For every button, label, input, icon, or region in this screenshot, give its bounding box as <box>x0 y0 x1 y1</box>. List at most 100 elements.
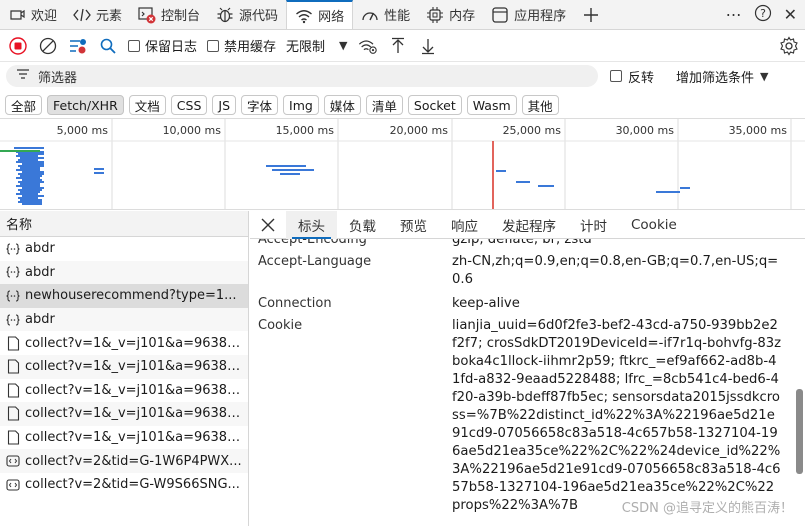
wifi-icon <box>295 7 313 25</box>
chip-css[interactable]: CSS <box>170 95 208 115</box>
clear-icon[interactable] <box>38 36 58 56</box>
chip-manifest[interactable]: 清单 <box>365 95 403 115</box>
overview-bar <box>18 165 44 167</box>
filter-placeholder: 筛选器 <box>38 70 78 86</box>
preserve-log-checkbox[interactable]: 保留日志 <box>128 36 197 55</box>
request-name: newhouserecommend?type=1... <box>25 288 237 304</box>
application-icon <box>491 6 509 24</box>
close-devtools-icon[interactable]: ✕ <box>784 5 797 24</box>
close-icon[interactable] <box>250 211 286 239</box>
settings-gear-icon[interactable] <box>779 35 799 56</box>
chip-media[interactable]: 媒体 <box>323 95 361 115</box>
overview-bar <box>18 173 44 175</box>
request-name: collect?v=2&tid=G-1W6P4PWX... <box>25 453 242 469</box>
header-row-connection: Connection keep-alive <box>250 295 790 313</box>
add-filter-dropdown[interactable]: 增加筛选条件 ▼ <box>676 67 768 86</box>
chip-font[interactable]: 字体 <box>241 95 279 115</box>
plus-icon <box>582 6 600 24</box>
request-name: collect?v=1&_v=j101&a=96382... <box>25 406 247 422</box>
overview-bar <box>20 157 44 159</box>
name-header-label: 名称 <box>6 218 33 233</box>
request-row[interactable]: abdr <box>0 307 248 332</box>
invert-checkbox[interactable]: 反转 <box>610 67 654 86</box>
tab-network[interactable]: 网络 <box>286 0 354 29</box>
xhr-icon <box>6 265 20 279</box>
overview-bar <box>272 169 314 171</box>
chip-fetch-xhr[interactable]: Fetch/XHR <box>47 95 124 115</box>
overview-tick-label: 25,000 ms <box>503 124 562 137</box>
chip-socket[interactable]: Socket <box>407 95 462 115</box>
chip-other[interactable]: 其他 <box>521 95 559 115</box>
tab-timing[interactable]: 计时 <box>568 211 619 239</box>
console-icon <box>138 6 156 24</box>
request-row[interactable]: collect?v=1&_v=j101&a=96382... <box>0 354 248 379</box>
overview-tick-label: 5,000 ms <box>57 124 109 137</box>
request-row[interactable]: collect?v=1&_v=j101&a=96382... <box>0 331 248 355</box>
throttle-select[interactable]: 无限制 ▼ <box>286 36 347 55</box>
network-overview-timeline[interactable]: 5,000 ms 10,000 ms 15,000 ms 20,000 ms 25,00… <box>0 118 805 210</box>
document-icon <box>6 336 20 351</box>
chip-js[interactable]: JS <box>212 95 237 115</box>
welcome-icon <box>8 6 26 24</box>
tab-performance[interactable]: 性能 <box>353 0 418 29</box>
overview-tick-label: 20,000 ms <box>390 124 449 137</box>
tab-headers[interactable]: 标头 <box>286 211 337 239</box>
tab-welcome[interactable]: 欢迎 <box>0 0 65 29</box>
help-icon[interactable]: ? <box>754 4 772 26</box>
record-stop-icon[interactable] <box>8 36 28 56</box>
preserve-log-label: 保留日志 <box>145 40 198 55</box>
overview-bar <box>20 175 42 177</box>
chip-doc[interactable]: 文档 <box>128 95 166 115</box>
checkbox-box[interactable] <box>128 39 140 52</box>
details-scrollbar[interactable] <box>796 389 803 474</box>
chip-all[interactable]: 全部 <box>5 95 43 115</box>
filter-input[interactable]: 筛选器 <box>6 65 598 87</box>
overview-bar <box>16 177 40 179</box>
request-row[interactable]: collect?v=1&_v=j101&a=96382... <box>0 379 248 403</box>
xhr-icon <box>6 289 20 303</box>
tab-label: 控制台 <box>161 9 201 24</box>
more-tools-icon[interactable]: ⋯ <box>726 5 742 24</box>
import-har-icon[interactable] <box>388 36 408 56</box>
checkbox-box[interactable] <box>207 39 220 52</box>
search-icon[interactable] <box>98 36 118 56</box>
overview-bar <box>14 147 44 149</box>
add-tab-button[interactable] <box>574 0 608 29</box>
tab-payload[interactable]: 负载 <box>337 211 388 239</box>
tab-sources[interactable]: 源代码 <box>208 0 286 29</box>
overview-bar <box>94 168 104 170</box>
request-row[interactable]: newhouserecommend?type=1... <box>0 284 248 308</box>
network-conditions-icon[interactable] <box>358 36 378 56</box>
chip-img[interactable]: Img <box>283 95 319 115</box>
checkbox-box[interactable] <box>610 70 622 82</box>
chevron-down-icon: ▼ <box>760 69 769 83</box>
request-row[interactable]: collect?v=1&_v=j101&a=96382... <box>0 402 248 426</box>
tab-application[interactable]: 应用程序 <box>483 0 574 29</box>
request-row[interactable]: collect?v=2&tid=G-W9S66SNG... <box>0 473 248 497</box>
tab-preview[interactable]: 预览 <box>388 211 439 239</box>
header-name: Connection <box>258 296 332 311</box>
overview-bar <box>22 163 44 165</box>
request-row[interactable]: abdr <box>0 237 248 261</box>
filter-settings-icon[interactable] <box>68 36 88 56</box>
disable-cache-checkbox[interactable]: 禁用缓存 <box>207 36 276 55</box>
request-row[interactable]: collect?v=1&_v=j101&a=96382... <box>0 426 248 450</box>
export-har-icon[interactable] <box>418 36 438 56</box>
sources-bug-icon <box>216 6 234 24</box>
fetch-icon <box>6 454 20 468</box>
header-value: zh-CN,zh;q=0.9,en;q=0.8,en-GB;q=0.7,en-U… <box>452 254 779 287</box>
tab-elements[interactable]: 元素 <box>65 0 130 29</box>
tab-console[interactable]: 控制台 <box>130 0 208 29</box>
request-row[interactable]: collect?v=2&tid=G-1W6P4PWX... <box>0 449 248 473</box>
tab-response[interactable]: 响应 <box>439 211 490 239</box>
request-name: collect?v=1&_v=j101&a=96382... <box>25 335 247 351</box>
request-row[interactable]: abdr <box>0 260 248 285</box>
tab-cookies[interactable]: Cookie <box>619 211 689 239</box>
chip-wasm[interactable]: Wasm <box>466 95 517 115</box>
tab-label: 应用程序 <box>514 9 567 24</box>
document-icon <box>6 383 20 398</box>
tab-memory[interactable]: 内存 <box>418 0 483 29</box>
name-column-header[interactable]: 名称 <box>0 211 248 237</box>
tab-initiator[interactable]: 发起程序 <box>490 211 568 239</box>
overview-tick-label: 10,000 ms <box>163 124 222 137</box>
